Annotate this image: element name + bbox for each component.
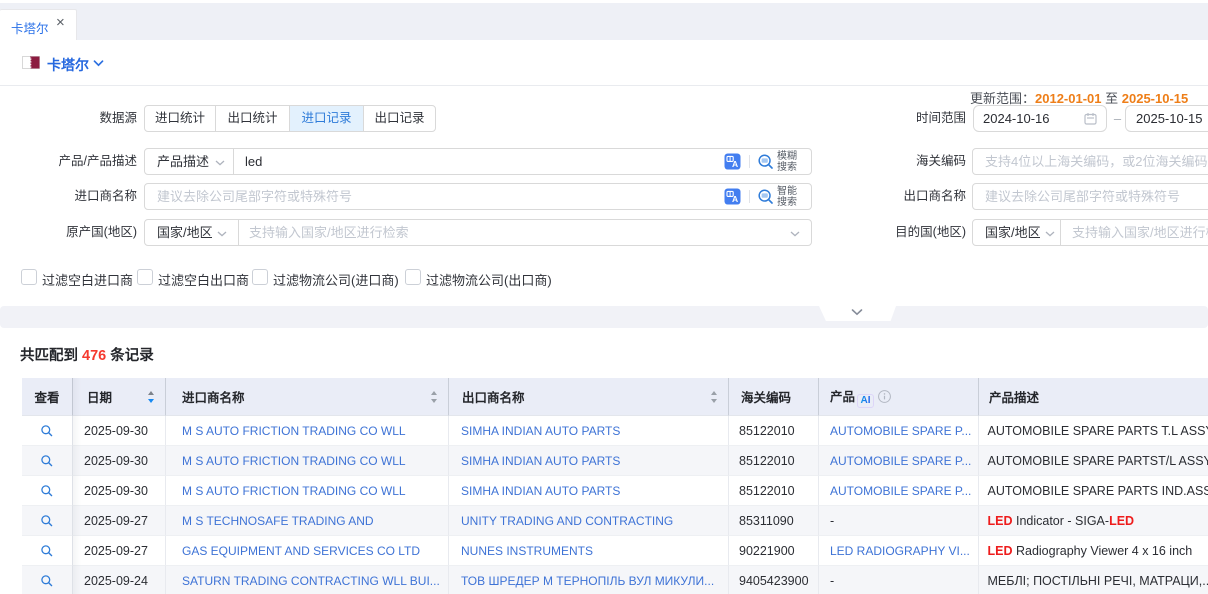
svg-text:A: A [732,194,738,204]
svg-text:A: A [732,159,738,169]
